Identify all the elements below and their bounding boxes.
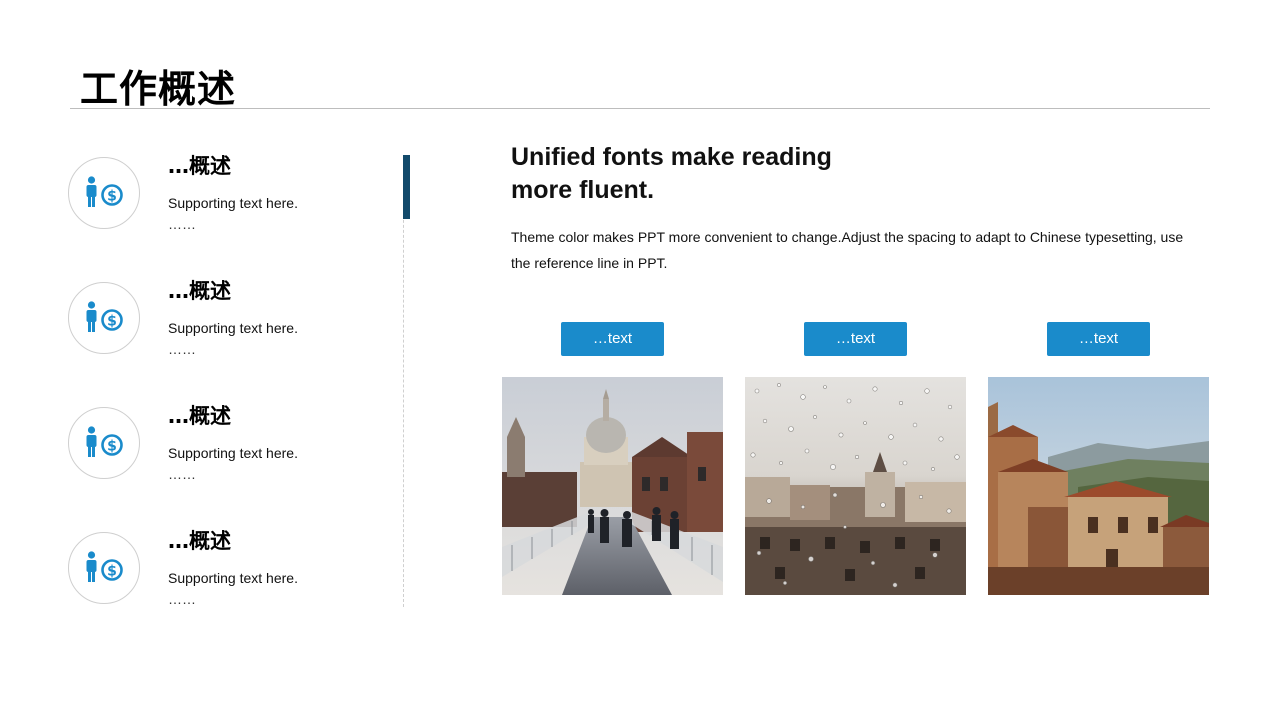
- icon-circle: $: [68, 282, 140, 354]
- text-button-2[interactable]: …text: [804, 322, 907, 356]
- overview-item-dots: ……: [168, 591, 196, 607]
- main-headline: Unified fonts make reading more fluent.: [511, 143, 832, 204]
- svg-text:$: $: [107, 439, 117, 455]
- london-bridge-photo: [502, 377, 723, 595]
- icon-circle: $: [68, 532, 140, 604]
- rainy-window-city-photo: [745, 377, 966, 595]
- main-body-text: Theme color makes PPT more convenient to…: [511, 229, 1184, 271]
- overview-item-heading: …概述: [168, 529, 231, 553]
- overview-item-dots: ……: [168, 466, 196, 482]
- icon-circle: $: [68, 407, 140, 479]
- person-dollar-icon: $: [86, 176, 123, 207]
- overview-item-dots: ……: [168, 216, 196, 232]
- icon-circle: $: [68, 157, 140, 229]
- hillside-town-photo: [988, 377, 1209, 595]
- svg-text:$: $: [107, 314, 117, 330]
- overview-item: $ …概述 Supporting text here. ……: [68, 275, 408, 375]
- overview-item-heading: …概述: [168, 154, 231, 178]
- person-dollar-icon: $: [86, 301, 123, 332]
- overview-item: $ …概述 Supporting text here. ……: [68, 150, 408, 250]
- svg-text:$: $: [107, 189, 117, 205]
- overview-item-heading: …概述: [168, 279, 231, 303]
- overview-item: $ …概述 Supporting text here. ……: [68, 400, 408, 500]
- svg-text:$: $: [107, 564, 117, 580]
- overview-item-text: Supporting text here.: [168, 195, 298, 211]
- overview-item-dots: ……: [168, 341, 196, 357]
- person-dollar-icon: $: [86, 551, 123, 582]
- person-dollar-icon: $: [86, 426, 123, 457]
- page-title: 工作概述: [80, 67, 237, 111]
- vertical-divider: [403, 155, 404, 607]
- overview-item-text: Supporting text here.: [168, 570, 298, 586]
- overview-item: $ …概述 Supporting text here. ……: [68, 525, 408, 625]
- overview-item-text: Supporting text here.: [168, 320, 298, 336]
- title-rule: [70, 108, 1210, 109]
- divider-accent-bar: [403, 155, 410, 219]
- overview-item-text: Supporting text here.: [168, 445, 298, 461]
- overview-item-heading: …概述: [168, 404, 231, 428]
- text-button-1[interactable]: …text: [561, 322, 664, 356]
- text-button-3[interactable]: …text: [1047, 322, 1150, 356]
